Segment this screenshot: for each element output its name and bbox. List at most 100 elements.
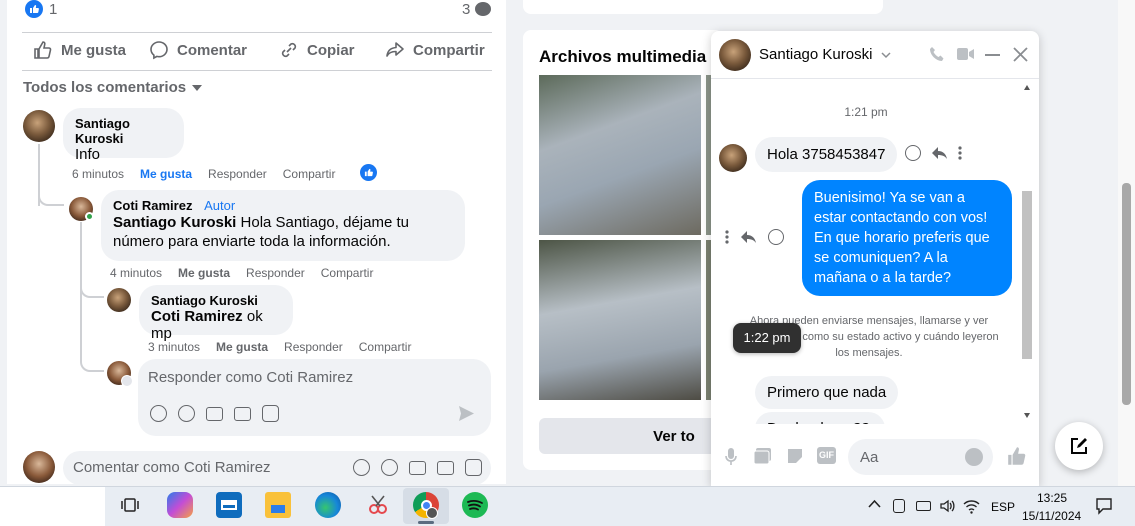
chat-contact-name[interactable]: Santiago Kuroski: [759, 46, 872, 63]
message-outgoing[interactable]: Buenisimo! Ya se van a estar contactando…: [802, 180, 1012, 296]
comment-mention[interactable]: Santiago Kuroski: [113, 214, 236, 231]
media-photo[interactable]: [539, 240, 701, 400]
phone-icon[interactable]: [929, 46, 945, 62]
avatar[interactable]: [719, 39, 751, 71]
reply-input[interactable]: Responder como Coti Ramirez: [148, 369, 353, 386]
comment-like-link[interactable]: Me gusta: [216, 340, 268, 354]
battery-icon[interactable]: [916, 501, 931, 511]
volume-icon[interactable]: [939, 498, 955, 514]
message-incoming[interactable]: Hola 3758453847: [755, 137, 898, 172]
copy-button[interactable]: Copiar: [279, 40, 355, 60]
chevron-down-icon[interactable]: [881, 50, 891, 60]
scroll-up-arrow[interactable]: [1024, 85, 1030, 90]
meet-now-icon[interactable]: [893, 499, 905, 513]
chevron-up-icon[interactable]: [868, 499, 881, 509]
comment-share-link[interactable]: Compartir: [283, 167, 336, 181]
sticker-icon[interactable]: [786, 447, 804, 465]
comment-button[interactable]: Comentar: [149, 40, 247, 60]
thumbs-up-icon[interactable]: [1006, 445, 1028, 467]
camera-icon[interactable]: [409, 461, 426, 475]
emoji-icon[interactable]: [178, 405, 195, 422]
see-all-button[interactable]: Ver to: [539, 418, 719, 454]
avatar[interactable]: [719, 144, 747, 172]
scrollbar-thumb[interactable]: [1022, 191, 1032, 359]
more-options-icon[interactable]: [958, 146, 962, 160]
like-reaction-icon[interactable]: [360, 164, 377, 181]
clock-date[interactable]: 15/11/2024: [1022, 509, 1081, 523]
gif-icon[interactable]: [234, 407, 251, 421]
message-incoming[interactable]: Primero que nada: [755, 376, 899, 409]
gif-icon[interactable]: [437, 461, 454, 475]
comment-share-link[interactable]: Compartir: [321, 266, 374, 280]
react-emoji-icon[interactable]: [905, 145, 921, 161]
comment-time[interactable]: 3 minutos: [148, 340, 200, 354]
page-scrollbar-thumb[interactable]: [1122, 183, 1131, 405]
reply-icon[interactable]: [740, 230, 757, 244]
comment-input[interactable]: Comentar como Coti Ramirez: [73, 459, 271, 476]
see-all-label: Ver to: [653, 427, 695, 445]
like-reaction-icon[interactable]: [25, 0, 43, 18]
video-call-icon[interactable]: [957, 47, 974, 61]
scroll-down-arrow[interactable]: [1024, 413, 1030, 418]
close-icon[interactable]: [1013, 47, 1028, 62]
photo-icon[interactable]: [753, 447, 772, 465]
reply-icon[interactable]: [931, 146, 948, 160]
like-count[interactable]: 1: [49, 1, 57, 18]
comments-filter[interactable]: Todos los comentarios: [23, 79, 203, 96]
comment-share-link[interactable]: Compartir: [359, 340, 412, 354]
chevron-down-icon[interactable]: [121, 375, 133, 387]
media-photo[interactable]: [539, 75, 701, 235]
reply-box[interactable]: Responder como Coti Ramirez: [138, 359, 491, 436]
avatar-sticker-icon[interactable]: [353, 459, 370, 476]
like-button[interactable]: Me gusta: [33, 40, 126, 60]
clock-time[interactable]: 13:25: [1037, 491, 1067, 505]
comment-time[interactable]: 6 minutos: [72, 167, 124, 181]
avatar[interactable]: [107, 288, 131, 312]
copilot-icon[interactable]: [167, 492, 193, 518]
comment-reply-link[interactable]: Responder: [246, 266, 305, 280]
avatar[interactable]: [23, 110, 55, 142]
snipping-tool-icon[interactable]: [365, 492, 391, 518]
comment-mention[interactable]: Coti Ramirez: [151, 308, 243, 325]
react-emoji-icon[interactable]: [768, 229, 784, 245]
edge-icon[interactable]: [315, 492, 341, 518]
comment-author[interactable]: Santiago Kuroski: [75, 116, 172, 146]
sticker-icon[interactable]: [465, 459, 482, 476]
microphone-icon[interactable]: [724, 447, 738, 467]
page-scrollbar-track[interactable]: [1118, 0, 1135, 486]
share-button[interactable]: Compartir: [385, 40, 485, 60]
file-explorer-icon[interactable]: [265, 492, 291, 518]
comment-like-link[interactable]: Me gusta: [178, 266, 230, 280]
scrollbar-track[interactable]: [1021, 81, 1033, 423]
sticker-icon[interactable]: [262, 405, 279, 422]
comment-box[interactable]: Comentar como Coti Ramirez: [63, 451, 491, 485]
search-box[interactable]: [0, 487, 105, 526]
comment-count[interactable]: 3: [462, 1, 470, 18]
media-title[interactable]: Archivos multimedia re: [539, 47, 727, 67]
wifi-icon[interactable]: [963, 499, 980, 514]
comment-time[interactable]: 4 minutos: [110, 266, 162, 280]
language-indicator[interactable]: ESP: [991, 500, 1015, 514]
spotify-icon[interactable]: [462, 492, 488, 518]
send-icon[interactable]: [458, 405, 475, 422]
mail-icon[interactable]: [216, 492, 242, 518]
comment-like-link[interactable]: Me gusta: [140, 167, 192, 181]
comment-author[interactable]: Santiago Kuroski: [151, 293, 281, 308]
avatar-sticker-icon[interactable]: [150, 405, 167, 422]
avatar[interactable]: [23, 451, 55, 483]
gif-icon[interactable]: GIF: [817, 447, 836, 464]
comment-author[interactable]: Coti Ramirez: [113, 198, 192, 213]
new-message-button[interactable]: [1055, 422, 1103, 470]
notification-icon[interactable]: [1095, 497, 1113, 515]
camera-icon[interactable]: [206, 407, 223, 421]
task-view-icon[interactable]: [117, 492, 143, 518]
emoji-icon[interactable]: [381, 459, 398, 476]
message-input[interactable]: Aa: [848, 439, 993, 475]
message-incoming[interactable]: De donde ....??: [755, 412, 885, 424]
more-options-icon[interactable]: [725, 230, 729, 244]
comment-reply-link[interactable]: Responder: [284, 340, 343, 354]
comment-reply-link[interactable]: Responder: [208, 167, 267, 181]
minimize-icon[interactable]: [985, 54, 1000, 56]
emoji-icon[interactable]: [965, 448, 983, 466]
chrome-profile-badge: [426, 507, 438, 519]
